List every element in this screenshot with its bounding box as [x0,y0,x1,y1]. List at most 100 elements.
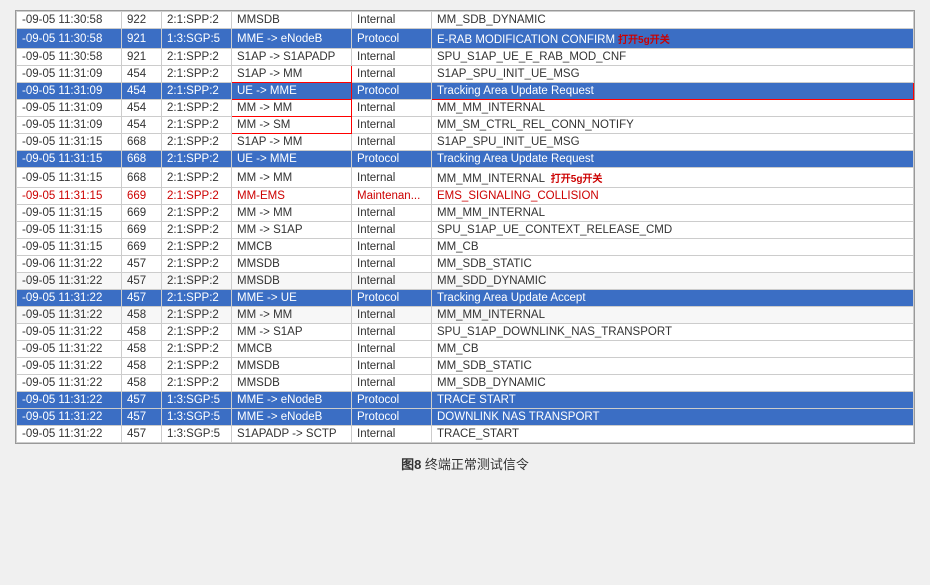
table-row: -09-05 11:31:224582:1:SPP:2MMSDBInternal… [17,375,914,392]
cell-type: Protocol [352,392,432,409]
cell-type: Internal [352,66,432,83]
cell-time: -09-05 11:31:22 [17,375,122,392]
cell-time: -09-05 11:31:15 [17,168,122,188]
cell-from: MMSDB [232,375,352,392]
cell-id: 458 [122,324,162,341]
cell-id: 458 [122,375,162,392]
cell-msg: S1AP_SPU_INIT_UE_MSG [432,134,914,151]
cell-msg: MM_MM_INTERNAL [432,205,914,222]
cell-msg: MM_SDD_DYNAMIC [432,273,914,290]
cell-time: -09-05 11:30:58 [17,49,122,66]
cell-id: 457 [122,409,162,426]
cell-from: MM -> S1AP [232,222,352,239]
cell-from: MM -> MM [232,168,352,188]
table-row: -09-05 11:31:156682:1:SPP:2S1AP -> MMInt… [17,134,914,151]
cell-id: 668 [122,151,162,168]
cell-type: Protocol [352,409,432,426]
cell-node: 2:1:SPP:2 [162,66,232,83]
cell-node: 2:1:SPP:2 [162,151,232,168]
cell-type: Internal [352,117,432,134]
table-row: -09-05 11:31:094542:1:SPP:2S1AP -> MMInt… [17,66,914,83]
figure-caption: 图8 终端正常测试信令 [401,454,529,473]
cell-from: MMSDB [232,256,352,273]
cell-msg: MM_SDB_STATIC [432,358,914,375]
table-row: -09-05 11:31:094542:1:SPP:2MM -> SMInter… [17,117,914,134]
cell-msg: TRACE_START [432,426,914,443]
cell-type: Internal [352,222,432,239]
cell-time: -09-05 11:31:15 [17,239,122,256]
cell-from: UE -> MME [232,83,352,100]
cell-id: 921 [122,49,162,66]
cell-id: 668 [122,168,162,188]
cell-node: 2:1:SPP:2 [162,49,232,66]
cell-node: 2:1:SPP:2 [162,375,232,392]
cell-msg: MM_SDB_DYNAMIC [432,12,914,29]
cell-node: 1:3:SGP:5 [162,29,232,49]
cell-msg: S1AP_SPU_INIT_UE_MSG [432,66,914,83]
cell-node: 2:1:SPP:2 [162,117,232,134]
cell-id: 458 [122,358,162,375]
cell-id: 457 [122,256,162,273]
cell-msg: E-RAB MODIFICATION CONFIRM打开5g开关 [432,29,914,49]
cell-type: Internal [352,341,432,358]
cell-type: Internal [352,49,432,66]
cell-id: 458 [122,307,162,324]
cell-from: MM -> S1AP [232,324,352,341]
cell-from: MM -> SM [232,117,352,134]
table-row: -09-05 11:31:224582:1:SPP:2MM -> MMInter… [17,307,914,324]
table-row: -09-05 11:31:156682:1:SPP:2MM -> MMInter… [17,168,914,188]
cell-type: Internal [352,358,432,375]
cell-node: 2:1:SPP:2 [162,273,232,290]
table-row: -09-05 11:31:224571:3:SGP:5S1APADP -> SC… [17,426,914,443]
cell-msg: Tracking Area Update Accept [432,290,914,307]
cell-msg: MM_SDB_STATIC [432,256,914,273]
cell-id: 922 [122,12,162,29]
cell-node: 1:3:SGP:5 [162,426,232,443]
cell-type: Internal [352,256,432,273]
cell-from: MME -> UE [232,290,352,307]
cell-time: -09-05 11:31:22 [17,426,122,443]
cell-type: Internal [352,375,432,392]
cell-node: 2:1:SPP:2 [162,188,232,205]
cell-node: 2:1:SPP:2 [162,341,232,358]
cell-node: 2:1:SPP:2 [162,12,232,29]
cell-node: 2:1:SPP:2 [162,100,232,117]
cell-type: Internal [352,239,432,256]
cell-time: -09-05 11:30:58 [17,29,122,49]
table-row: -09-05 11:31:224582:1:SPP:2MM -> S1APInt… [17,324,914,341]
cell-node: 2:1:SPP:2 [162,324,232,341]
cell-node: 2:1:SPP:2 [162,134,232,151]
table-row: -09-05 11:31:156682:1:SPP:2UE -> MMEProt… [17,151,914,168]
cell-id: 669 [122,222,162,239]
cell-node: 2:1:SPP:2 [162,307,232,324]
cell-time: -09-05 11:31:09 [17,66,122,83]
cell-from: MMSDB [232,12,352,29]
table-row: -09-05 11:31:224571:3:SGP:5MME -> eNodeB… [17,409,914,426]
table-row: -09-05 11:31:224582:1:SPP:2MMSDBInternal… [17,358,914,375]
cell-time: -09-05 11:31:22 [17,324,122,341]
cell-type: Internal [352,205,432,222]
cell-time: -09-05 11:31:22 [17,409,122,426]
cell-node: 2:1:SPP:2 [162,222,232,239]
fig-number: 图8 [401,457,421,472]
table-row: -09-05 11:31:094542:1:SPP:2UE -> MMEProt… [17,83,914,100]
table-row: -09-05 11:31:224572:1:SPP:2MMSDBInternal… [17,273,914,290]
cell-time: -09-05 11:31:09 [17,117,122,134]
cell-msg: MM_MM_INTERNAL 打开5g开关 [432,168,914,188]
cell-msg: MM_SM_CTRL_REL_CONN_NOTIFY [432,117,914,134]
cell-node: 1:3:SGP:5 [162,409,232,426]
cell-time: -09-05 11:30:58 [17,12,122,29]
table-wrapper: -09-05 11:30:589222:1:SPP:2MMSDBInternal… [15,10,915,444]
table-row: -09-05 11:31:224572:1:SPP:2MME -> UEProt… [17,290,914,307]
cell-msg: MM_MM_INTERNAL [432,307,914,324]
cell-id: 457 [122,290,162,307]
cell-msg: SPU_S1AP_UE_CONTEXT_RELEASE_CMD [432,222,914,239]
cell-id: 668 [122,134,162,151]
cell-from: MME -> eNodeB [232,29,352,49]
cell-type: Internal [352,307,432,324]
cell-id: 921 [122,29,162,49]
cell-time: -09-06 11:31:22 [17,256,122,273]
cell-type: Protocol [352,29,432,49]
cell-id: 454 [122,100,162,117]
cell-time: -09-05 11:31:15 [17,188,122,205]
